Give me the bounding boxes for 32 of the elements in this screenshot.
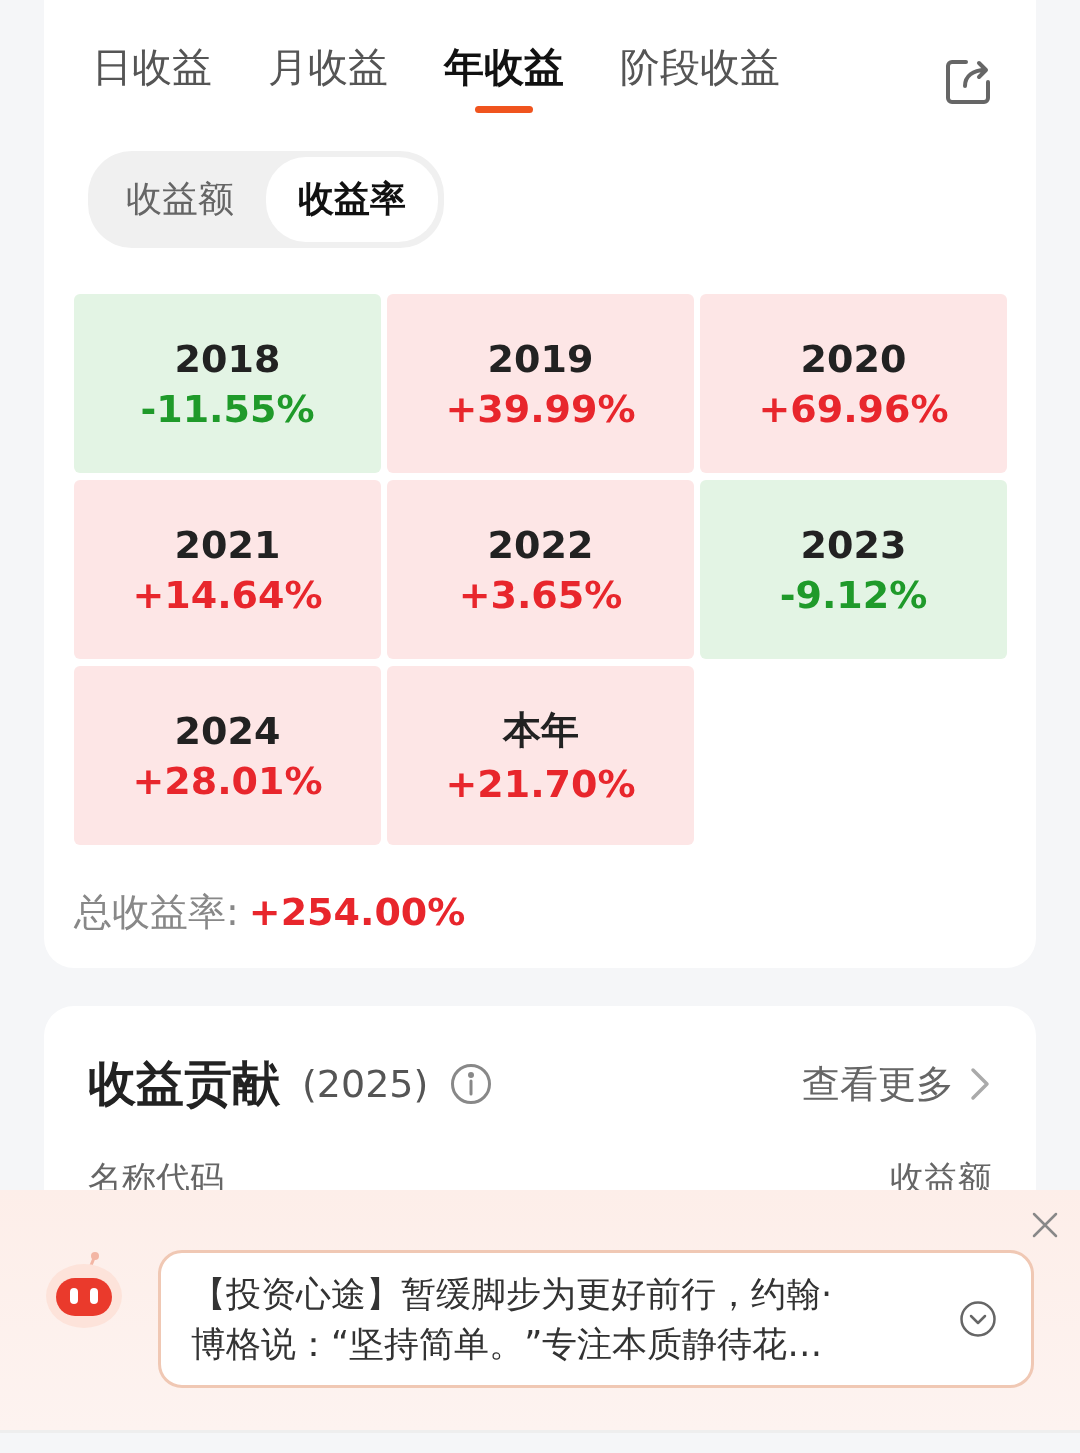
tip-message: 【投资心途】暂缓脚步为更好前行，约翰·博格说：“坚持简单。”专注本质静待花… [191,1273,834,1366]
year-label: 2022 [487,522,594,567]
year-label: 2019 [487,336,594,381]
return-value: +69.96% [758,386,949,431]
return-value: +3.65% [458,572,623,617]
year-label: 2024 [174,708,281,753]
total-label: 总收益率: [74,889,239,936]
section-year: (2025) [302,1062,429,1106]
return-value: -9.12% [779,572,928,617]
return-value: +28.01% [132,758,323,803]
info-icon[interactable] [450,1063,493,1105]
year-label: 本年 [502,707,579,754]
toggle-option[interactable]: 收益额 [94,157,266,242]
year-label: 2021 [174,522,281,567]
close-icon[interactable] [1032,1212,1058,1238]
toggle-option[interactable]: 收益率 [266,157,438,242]
return-value: +14.64% [132,572,323,617]
expand-icon[interactable] [959,1300,997,1338]
period-tab[interactable]: 年收益 [444,40,564,113]
total-value: +254.00% [248,890,466,934]
section-title: 收益贡献 [88,1054,280,1113]
chevron-right-icon[interactable] [968,1065,992,1103]
period-tab[interactable]: 月收益 [268,40,388,113]
view-more-link[interactable]: 查看更多 [802,1058,954,1110]
return-value: +39.99% [445,386,636,431]
year-label: 2023 [800,522,907,567]
return-value: -11.55% [140,386,315,431]
period-tab[interactable]: 阶段收益 [620,40,780,113]
year-label: 2020 [800,336,907,381]
year-label: 2018 [174,336,281,381]
return-value: +21.70% [445,762,636,806]
period-tab[interactable]: 日收益 [92,40,212,113]
